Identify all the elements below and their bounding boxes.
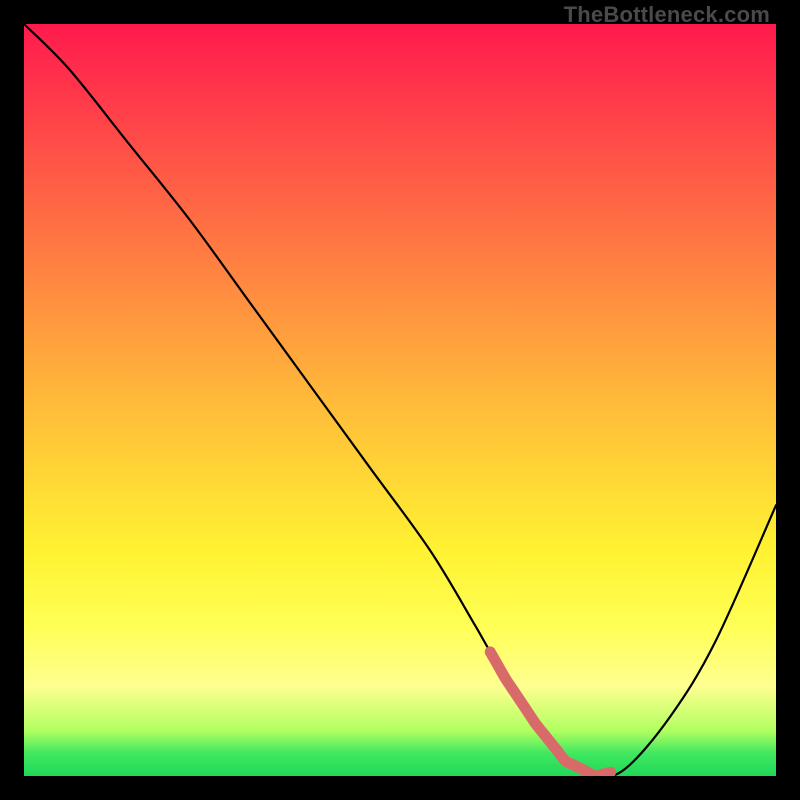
- curve-path: [24, 24, 776, 776]
- chart-frame: [24, 24, 776, 776]
- valley-highlight: [490, 652, 610, 776]
- watermark-label: TheBottleneck.com: [564, 2, 770, 28]
- bottleneck-curve: [24, 24, 776, 776]
